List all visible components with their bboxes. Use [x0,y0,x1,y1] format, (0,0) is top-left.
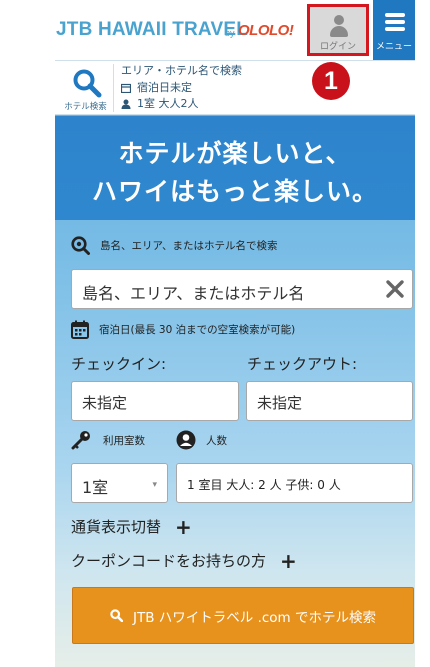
checkin-label: チェックイン: [71,355,167,373]
hotel-search-form: 島名、エリア、またはホテル名で検索 島名、エリア、またはホテル名 宿泊日(最長 [55,220,415,667]
mobile-page: JTB HAWAII TRAVEL by OLOLO! ログイン メニュー ホテ… [55,0,415,667]
rooms-value: 1室 [82,478,109,497]
guests-value: 1 室目 大人: 2 人 子供: 0 人 [187,478,341,492]
summary-destination: エリア・ホテル名で検索 [121,64,242,77]
guests-input[interactable]: 1 室目 大人: 2 人 子供: 0 人 [176,463,413,503]
checkout-input[interactable]: 未指定 [246,381,413,421]
hamburger-icon [385,13,405,34]
calendar-icon [121,83,131,93]
destination-heading: 島名、エリア、またはホテル名で検索 [71,236,277,255]
menu-label: メニュー [375,42,412,52]
person-icon [121,99,131,110]
search-summary-bar[interactable]: ホテル検索 エリア・ホテル名で検索 宿泊日未定 1室 大人2人 [55,60,415,115]
currency-toggle[interactable]: 通貨表示切替 + [71,516,192,537]
summary-dates: 宿泊日未定 [137,80,192,94]
summary-search-button[interactable]: ホテル検索 [58,64,114,112]
logo-by-text: by [225,28,235,38]
hotel-search-button[interactable]: JTB ハワイトラベル .com でホテル検索 [72,587,414,644]
menu-button[interactable]: メニュー [373,0,415,60]
checkout-label: チェックアウト: [247,355,358,373]
plus-icon: + [175,514,192,539]
destination-input[interactable]: 島名、エリア、またはホテル名 [71,269,413,309]
plus-icon: + [280,548,297,573]
summary-details: エリア・ホテル名で検索 宿泊日未定 1室 大人2人 [121,63,242,113]
location-search-icon [71,236,90,255]
checkin-input[interactable]: 未指定 [71,381,239,421]
step-number-badge: 1 [312,62,350,100]
login-button[interactable]: ログイン [307,4,369,56]
site-header: JTB HAWAII TRAVEL by OLOLO! ログイン メニュー [55,0,415,60]
coupon-toggle[interactable]: クーポンコードをお持ちの方 + [71,550,297,571]
key-icon [71,431,90,450]
search-button-label: JTB ハワイトラベル .com でホテル検索 [133,609,376,626]
partner-logo: OLOLO! [238,22,294,39]
summary-search-label: ホテル検索 [64,102,107,112]
user-icon [330,15,348,37]
destination-placeholder: 島名、エリア、またはホテル名 [82,284,305,303]
checkout-value: 未指定 [257,394,303,412]
checkin-value: 未指定 [82,394,128,412]
hero-line-2: ハワイはもっと楽しい。 [91,177,378,206]
rooms-select[interactable]: 1室 ▾ [71,463,168,503]
search-icon [110,609,123,622]
dates-heading: 宿泊日(最長 30 泊までの空室検索が可能) [71,320,295,339]
hero-banner: ホテルが楽しいと、 ハワイはもっと楽しい。 [55,116,415,220]
rooms-heading: 利用室数 [71,430,145,450]
calendar-icon [71,320,89,339]
search-icon [73,69,102,98]
guests-heading: 人数 [176,430,227,450]
chevron-down-icon: ▾ [152,480,157,490]
clear-icon[interactable] [384,278,406,300]
summary-guests: 1室 大人2人 [137,97,199,110]
hero-line-1: ホテルが楽しいと、 [118,139,352,168]
login-label: ログイン [319,42,356,52]
user-circle-icon [176,430,196,450]
site-logo[interactable]: JTB HAWAII TRAVEL [56,19,248,41]
